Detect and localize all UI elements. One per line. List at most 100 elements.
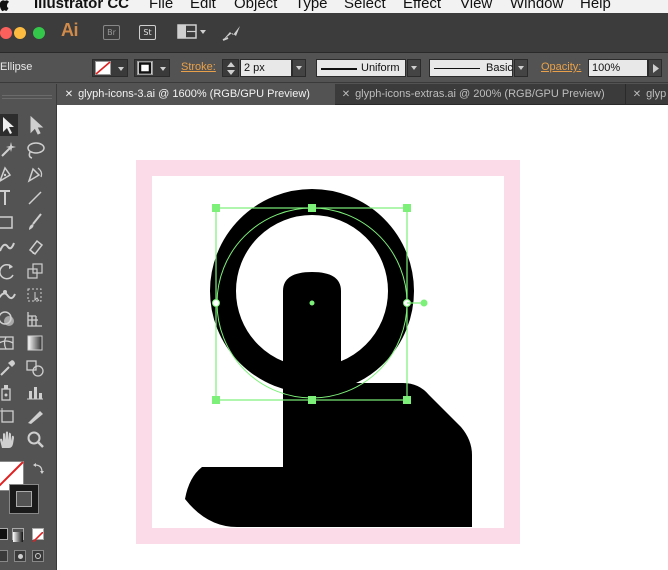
color-mode-button[interactable] [0,528,8,540]
go-to-bridge-button[interactable]: Br [103,25,120,40]
symbol-sprayer-icon [1,385,11,401]
pen-tool[interactable] [0,163,18,185]
tab-glyph-icons-3[interactable]: ✕ glyph-icons-3.ai @ 1600% (RGB/GPU Prev… [57,84,335,105]
fill-swatch-dropdown[interactable] [92,59,128,77]
handle-bottom-left[interactable] [212,396,220,404]
stroke-swatch-dropdown[interactable] [134,59,170,77]
selection-tool[interactable] [0,114,18,136]
tab-glyph-overflow[interactable]: ✕ glyp [627,84,668,105]
draw-inside-button[interactable] [32,550,44,562]
handle-top-center[interactable] [308,204,316,212]
chevron-down-icon [160,67,166,71]
scale-tool[interactable] [24,260,46,282]
draw-normal-button[interactable] [0,550,8,562]
type-tool[interactable] [0,187,18,209]
rotate-icon [0,263,14,280]
shape-builder-tool[interactable] [0,308,18,330]
line-segment-tool[interactable] [24,187,46,209]
warp-icon [0,290,16,300]
magic-wand-icon [1,142,16,157]
menu-select[interactable]: Select [344,0,386,12]
slice-icon [28,411,43,424]
slice-tool[interactable] [24,405,46,427]
stroke-weight-dropdown[interactable] [292,59,306,77]
artboard-tool[interactable] [0,405,18,427]
blend-icon [26,360,44,377]
stroke-weight-input[interactable]: 2 px [240,59,292,77]
brush-definition-dropdown[interactable]: Basic [429,59,513,77]
close-icon[interactable]: ✕ [340,84,352,105]
profile-dropdown-button[interactable] [407,59,421,77]
menu-view[interactable]: View [460,0,492,12]
tab-glyph-icons-extras[interactable]: ✕ glyph-icons-extras.ai @ 200% (RGB/GPU … [336,84,626,105]
blend-tool[interactable] [24,357,46,379]
perspective-grid-tool[interactable] [24,308,46,330]
document-canvas[interactable] [57,105,668,570]
none-mode-button[interactable] [32,528,44,543]
mesh-tool[interactable] [0,332,18,354]
swap-fill-stroke-icon[interactable] [33,462,45,474]
gpu-performance-icon[interactable] [220,23,242,43]
opacity-dropdown[interactable] [648,59,662,77]
menu-object[interactable]: Object [234,0,277,12]
hand-tool[interactable] [0,429,18,451]
handle-bottom-center[interactable] [308,396,316,404]
stroke-weight-stepper[interactable] [222,59,239,77]
zoom-tool[interactable] [24,429,46,451]
pie-widget-handle[interactable] [420,299,428,307]
chevron-right-icon [653,64,659,73]
eraser-tool[interactable] [24,235,46,257]
tab-label: glyph-icons-3.ai @ 1600% (RGB/GPU Previe… [78,88,310,100]
illustrator-logo: Ai [61,20,79,40]
stroke-panel-link[interactable]: Stroke: [181,61,216,73]
type-icon [0,190,10,205]
shape-builder-icon [0,311,14,326]
brush-dropdown-button[interactable] [514,59,528,77]
gradient-mode-button[interactable] [12,528,24,542]
paintbrush-tool[interactable] [24,211,46,233]
gradient-tool[interactable] [24,332,46,354]
menu-effect[interactable]: Effect [403,0,441,12]
symbol-sprayer-tool[interactable] [0,381,18,403]
menu-window[interactable]: Window [510,0,563,12]
handle-bottom-right[interactable] [403,396,411,404]
handle-top-left[interactable] [212,204,220,212]
menu-help[interactable]: Help [580,0,611,12]
zoom-window-button[interactable] [33,27,45,39]
rectangle-tool[interactable] [0,211,18,233]
eyedropper-tool[interactable] [0,357,18,379]
menu-edit[interactable]: Edit [190,0,216,12]
stroke-color-icon [137,61,153,75]
warp-tool[interactable] [0,284,18,306]
free-transform-icon [27,288,42,302]
lasso-tool[interactable] [24,139,46,161]
direct-selection-tool[interactable] [24,114,46,136]
profile-label: Uniform [361,62,400,74]
opacity-panel-link[interactable]: Opacity: [541,61,581,73]
app-menu[interactable]: Illustrator CC [34,0,129,12]
column-graph-tool[interactable] [24,381,46,403]
circle-dot [18,554,23,559]
curvature-tool[interactable] [24,163,46,185]
tab-label: glyp [646,88,667,100]
arrange-documents-icon[interactable] [177,23,209,41]
handle-top-right[interactable] [403,204,411,212]
search-stock-button[interactable]: St [139,25,156,40]
close-window-button[interactable] [0,27,12,39]
rotate-tool[interactable] [0,260,18,282]
anchor-left[interactable] [212,299,220,307]
minimize-window-button[interactable] [14,27,26,39]
opacity-input[interactable]: 100% [588,59,648,77]
apple-icon[interactable] [0,0,9,12]
close-icon[interactable]: ✕ [631,84,643,105]
magic-wand-tool[interactable] [0,139,18,161]
variable-width-profile-dropdown[interactable]: Uniform [316,59,406,77]
menu-file[interactable]: File [149,0,173,12]
free-transform-tool[interactable] [24,284,46,306]
stroke-color-swatch[interactable] [9,484,39,514]
shaper-tool[interactable] [0,235,18,257]
menu-type[interactable]: Type [295,0,328,12]
close-icon[interactable]: ✕ [63,84,75,105]
draw-behind-button[interactable] [14,550,26,562]
panel-grip[interactable] [2,95,52,99]
